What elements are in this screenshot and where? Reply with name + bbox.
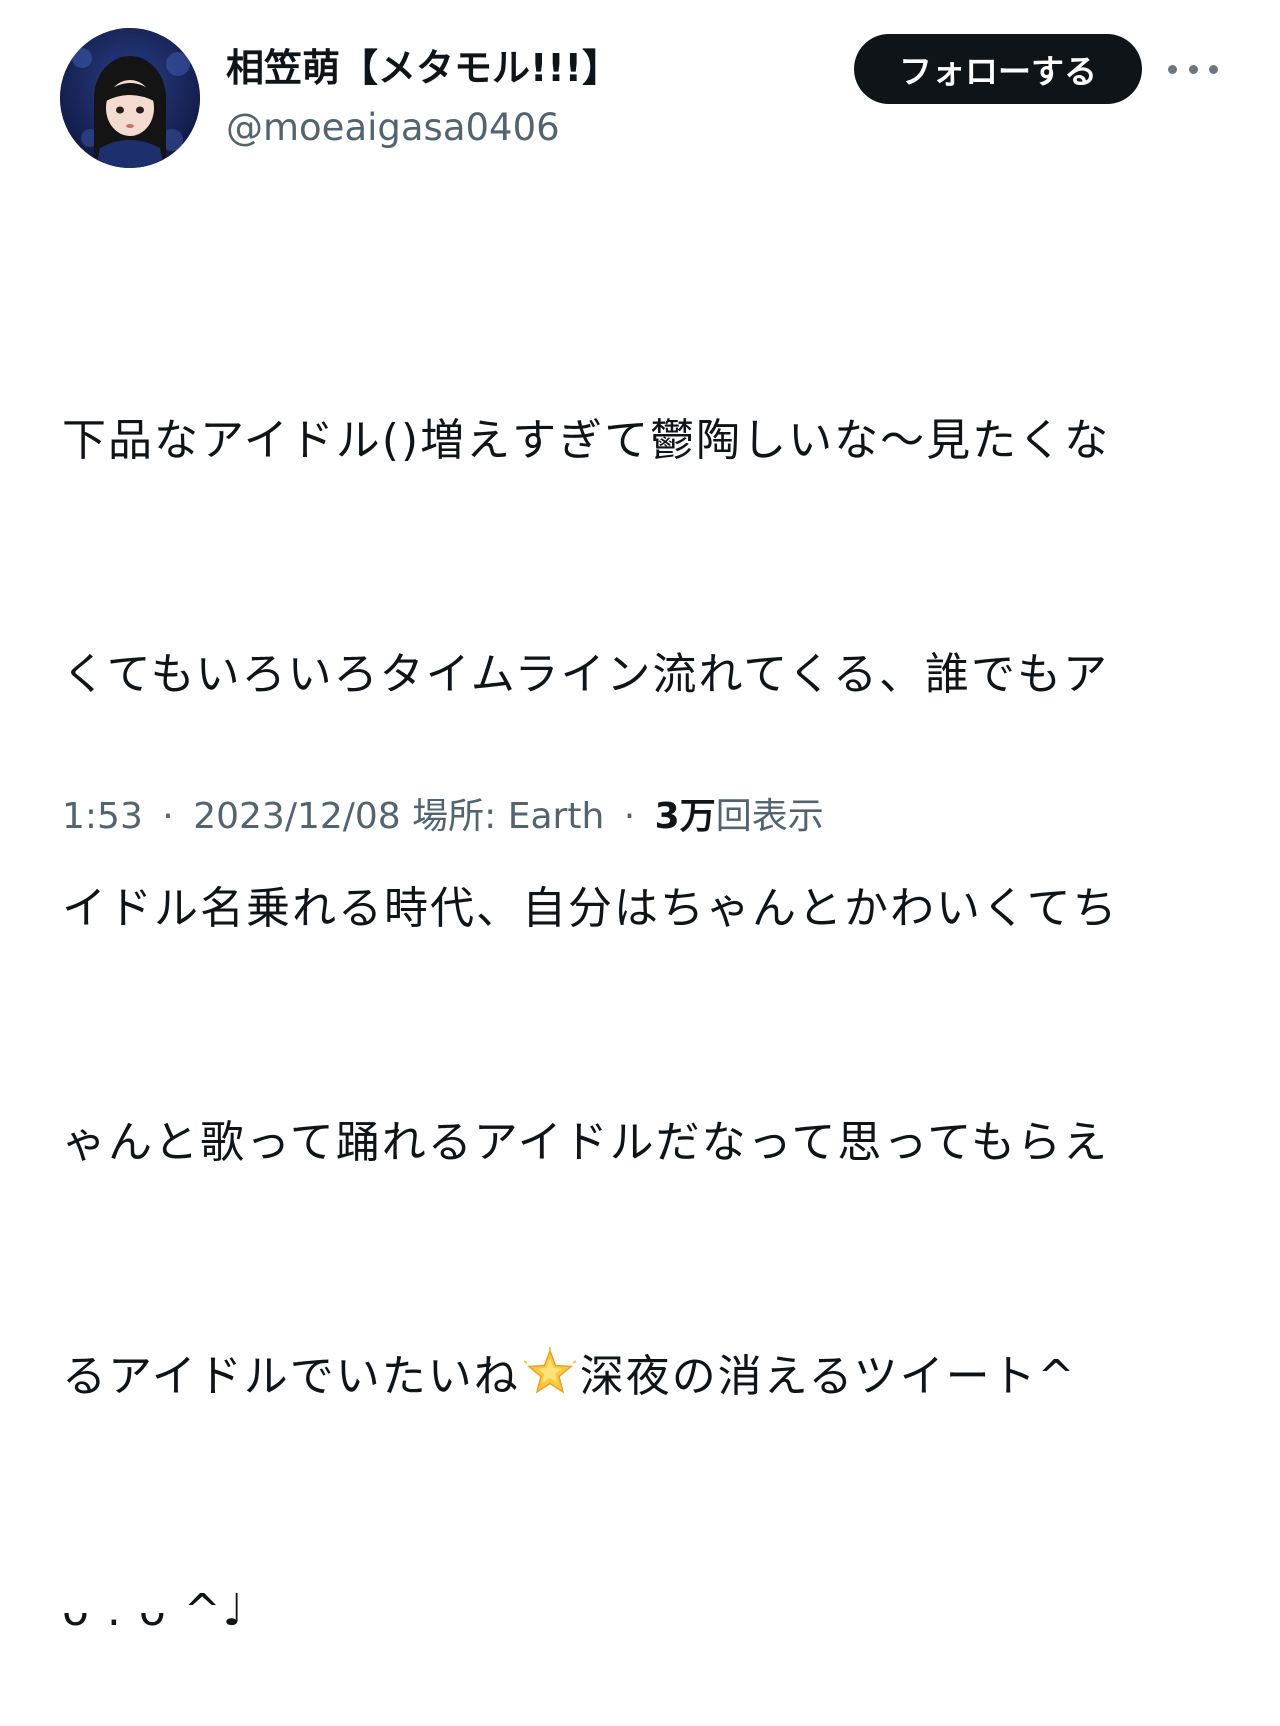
author-display-name[interactable]: 相笠萌【メタモル!!!】 (226, 40, 620, 96)
tweet-text-segment: 深夜の消えるツイート^ (579, 1351, 1077, 1402)
author-handle[interactable]: @moeaigasa0406 (226, 96, 620, 160)
meta-separator: · (162, 796, 174, 837)
meta-separator: · (623, 796, 636, 837)
avatar-image (60, 28, 200, 168)
views-label[interactable]: 回表示 (716, 796, 824, 837)
tweet-time[interactable]: 1:53 (62, 796, 143, 837)
tweet-text-line: ゃんと歌って踊れるアイドルだなって思ってもらえ (62, 1117, 1109, 1168)
glowing-star-icon (523, 1346, 577, 1398)
tweet-text-line: るアイドルでいたいね 深夜の消えるツイート^ (62, 1338, 1232, 1416)
tweet-location: 場所: Earth (412, 796, 605, 837)
tweet-text-line: ᴗ . ᴗ ^♩ (62, 1585, 246, 1636)
tweet-text-line: 下品なアイドル()増えすぎて鬱陶しいな〜見たくな (62, 415, 1111, 466)
tweet-text-segment: るアイドルでいたいね (62, 1351, 520, 1402)
author-info: 相笠萌【メタモル!!!】 @moeaigasa0406 (226, 40, 620, 160)
views-count[interactable]: 3万 (655, 796, 716, 837)
tweet-meta: 1:53 · 2023/12/08 場所: Earth · 3万回表示 (62, 790, 824, 844)
follow-button[interactable]: フォローする (854, 34, 1142, 104)
more-horizontal-icon[interactable] (1168, 52, 1218, 86)
tweet-text-line: くてもいろいろタイムライン流れてくる、誰でもア (62, 649, 1109, 700)
tweet-date[interactable]: 2023/12/08 (193, 796, 401, 837)
tweet-text-line: イドル名乗れる時代、自分はちゃんとかわいくてち (62, 883, 1119, 934)
avatar[interactable] (60, 28, 200, 168)
tweet-text: 下品なアイドル()増えすぎて鬱陶しいな〜見たくな くてもいろいろタイムライン流れ… (62, 246, 1232, 1726)
tweet-header: 相笠萌【メタモル!!!】 @moeaigasa0406 フォローする (0, 0, 1280, 190)
